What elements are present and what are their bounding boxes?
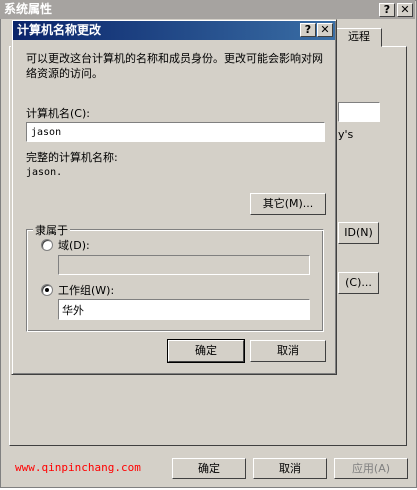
domain-label[interactable]: 域(D):: [58, 237, 90, 253]
computer-name-input[interactable]: [26, 122, 325, 142]
dialog-description: 可以更改这台计算机的名称和成员身份。更改可能会影响对网络资源的访问。: [26, 52, 323, 80]
dialog-title: 计算机名称更改: [17, 23, 102, 37]
dialog-close-button[interactable]: ✕: [317, 23, 333, 37]
computer-name-label: 计算机名(C):: [26, 107, 90, 120]
background-text: y's: [338, 128, 354, 141]
outer-ok-button[interactable]: 确定: [172, 458, 246, 479]
change-button[interactable]: (C)...: [338, 272, 379, 294]
dialog-help-button[interactable]: ?: [300, 23, 316, 37]
outer-window-title: 系统属性: [4, 2, 53, 16]
workgroup-label[interactable]: 工作组(W):: [58, 282, 114, 298]
outer-close-button[interactable]: ✕: [397, 3, 413, 17]
domain-input[interactable]: [58, 255, 310, 275]
outer-help-button[interactable]: ?: [379, 3, 395, 17]
domain-radio[interactable]: [41, 239, 53, 251]
network-id-button[interactable]: ID(N): [338, 222, 379, 244]
dialog-cancel-button[interactable]: 取消: [250, 340, 326, 362]
outer-apply-button[interactable]: 应用(A): [334, 458, 408, 479]
outer-cancel-button[interactable]: 取消: [253, 458, 327, 479]
tab-remote[interactable]: 远程: [336, 28, 382, 47]
full-name-value: jason.: [26, 167, 63, 178]
dialog-ok-button[interactable]: 确定: [168, 340, 244, 362]
workgroup-radio[interactable]: [41, 284, 53, 296]
more-button[interactable]: 其它(M)...: [250, 193, 326, 215]
workgroup-input[interactable]: [58, 299, 310, 320]
radio-selected-dot: [45, 288, 49, 292]
member-of-label: 隶属于: [33, 222, 70, 238]
full-name-label: 完整的计算机名称:: [26, 151, 118, 164]
watermark-text: www.qinpinchang.com: [15, 461, 141, 474]
outer-title-bar[interactable]: [0, 0, 415, 19]
background-field: [338, 102, 380, 122]
